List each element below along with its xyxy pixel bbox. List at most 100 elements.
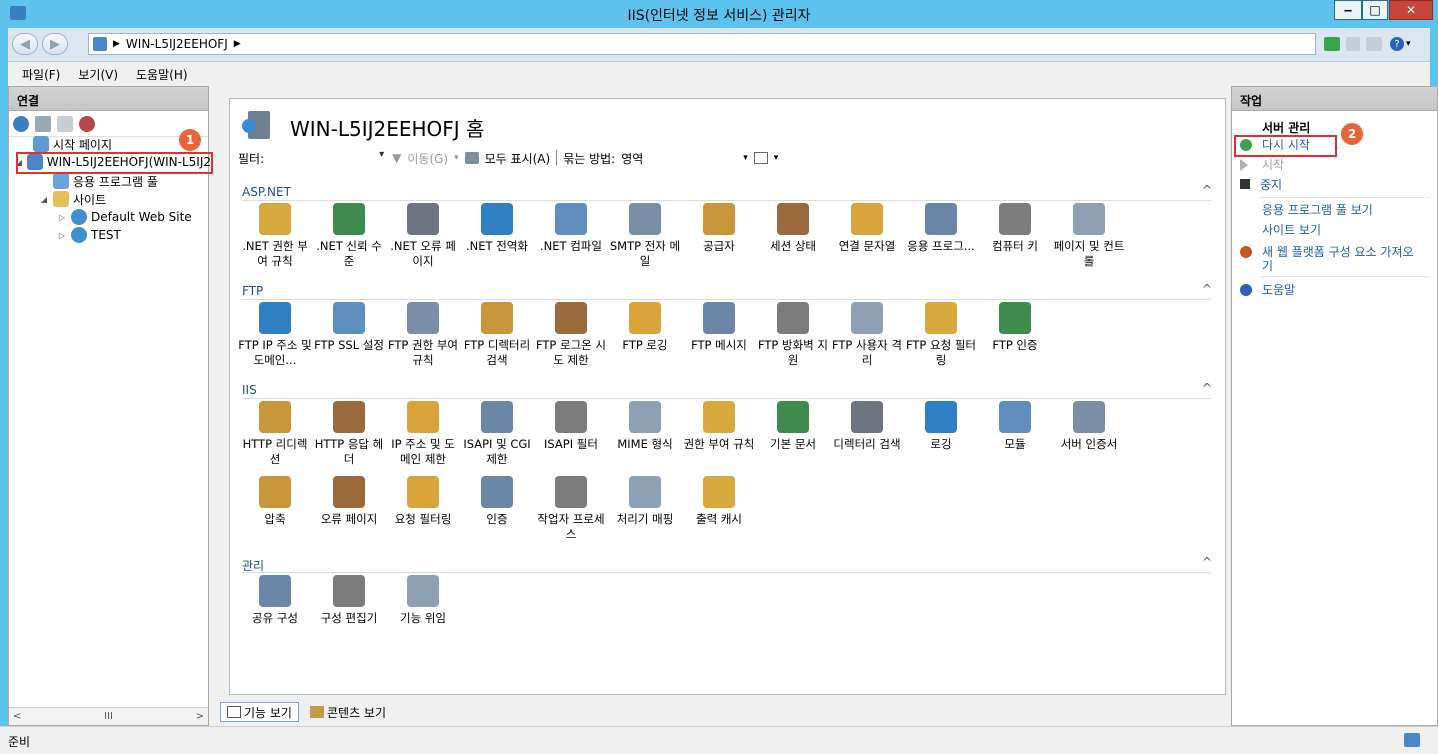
expand-icon[interactable]: ▷ [57, 213, 67, 222]
feature-item[interactable]: 구성 편집기 [312, 575, 386, 626]
feature-item[interactable]: FTP 로깅 [608, 302, 682, 353]
feature-item[interactable]: FTP SSL 설정 [312, 302, 386, 353]
feature-item[interactable]: .NET 오류 페이지 [386, 203, 460, 269]
feature-item[interactable]: 모듈 [978, 401, 1052, 452]
feature-item[interactable]: FTP 요청 필터링 [904, 302, 978, 368]
group-by-select[interactable]: 영역 [621, 150, 737, 167]
feature-item[interactable]: HTTP 리디렉션 [238, 401, 312, 467]
feature-item[interactable]: FTP 디렉터리 검색 [460, 302, 534, 368]
menu-help[interactable]: 도움말(H) [136, 66, 188, 83]
section-header[interactable]: IIS ^ [242, 381, 1212, 399]
group-dropdown-icon[interactable]: ▾ [743, 153, 748, 163]
feature-item[interactable]: FTP 방화벽 지원 [756, 302, 830, 368]
show-all-button[interactable]: 모두 표시(A) [485, 150, 551, 167]
feature-item[interactable]: MIME 형식 [608, 401, 682, 452]
view-dropdown-icon[interactable]: ▾ [774, 153, 779, 163]
tree-default-web-site[interactable]: ▷ Default Web Site [57, 208, 192, 226]
feature-item[interactable]: 세션 상태 [756, 203, 830, 254]
feature-item[interactable]: 기본 문서 [756, 401, 830, 452]
feature-item[interactable]: 인증 [460, 476, 534, 527]
minimize-button[interactable]: ‒ [1334, 0, 1362, 20]
scroll-left-button[interactable]: < [13, 711, 21, 722]
collapse-icon[interactable]: ◢ [39, 195, 49, 204]
feature-item[interactable]: IP 주소 및 도메인 제한 [386, 401, 460, 467]
menu-view[interactable]: 보기(V) [78, 66, 118, 83]
feature-item[interactable]: .NET 전역화 [460, 203, 534, 254]
feature-item[interactable]: 오류 페이지 [312, 476, 386, 527]
feature-item[interactable]: ISAPI 필터 [534, 401, 608, 452]
expand-icon[interactable]: ▷ [57, 231, 67, 240]
tree-app-pools[interactable]: 응용 프로그램 풀 [39, 172, 158, 190]
stop-icon[interactable] [1346, 37, 1360, 51]
features-view-tab[interactable]: 기능 보기 [220, 702, 299, 722]
feature-item[interactable]: FTP 로그온 시도 제한 [534, 302, 608, 368]
feature-item[interactable]: 압축 [238, 476, 312, 527]
feature-item[interactable]: FTP 권한 부여 규칙 [386, 302, 460, 368]
feature-item[interactable]: 공유 구성 [238, 575, 312, 626]
feature-item[interactable]: ISAPI 및 CGI 제한 [460, 401, 534, 467]
tree-start-page[interactable]: 시작 페이지 [19, 135, 112, 153]
back-button[interactable]: ◀ [12, 33, 38, 55]
feature-item[interactable]: 페이지 및 컨트롤 [1052, 203, 1126, 269]
section-header[interactable]: 관리 ^ [242, 555, 1212, 573]
collapse-icon[interactable]: ^ [1202, 555, 1212, 569]
feature-item[interactable]: 서버 인증서 [1052, 401, 1126, 452]
feature-item[interactable]: 로깅 [904, 401, 978, 452]
feature-item[interactable]: 기능 위임 [386, 575, 460, 626]
action-view-sites[interactable]: 사이트 보기 [1262, 223, 1438, 237]
home-icon[interactable] [1366, 37, 1382, 51]
feature-item[interactable]: SMTP 전자 메일 [608, 203, 682, 269]
feature-item[interactable]: HTTP 응답 헤더 [312, 401, 386, 467]
collapse-icon[interactable]: ^ [1202, 183, 1212, 197]
collapse-icon[interactable]: ^ [1202, 282, 1212, 296]
feature-item[interactable]: 처리기 매핑 [608, 476, 682, 527]
feature-item[interactable]: .NET 권한 부여 규칙 [238, 203, 312, 269]
feature-item[interactable]: 공급자 [682, 203, 756, 254]
collapse-icon[interactable]: ^ [1202, 381, 1212, 395]
go-dropdown-icon[interactable]: ▾ [454, 153, 459, 163]
tree-test-site[interactable]: ▷ TEST [57, 226, 121, 244]
action-view-app-pools[interactable]: 응용 프로그램 풀 보기 [1262, 203, 1438, 217]
section-header[interactable]: ASP.NET ^ [242, 183, 1212, 201]
feature-item[interactable]: .NET 신뢰 수준 [312, 203, 386, 269]
feature-item[interactable]: 권한 부여 규칙 [682, 401, 756, 452]
feature-item[interactable]: 디렉터리 검색 [830, 401, 904, 452]
feature-item[interactable]: 컴퓨터 키 [978, 203, 1052, 254]
action-help[interactable]: 도움말 [1240, 283, 1430, 297]
tree-sites[interactable]: ◢ 사이트 [39, 190, 106, 208]
content-view-tab[interactable]: 콘텐츠 보기 [303, 702, 393, 722]
address-field[interactable]: ▶ WIN-L5IJ2EEHOFJ ▶ [88, 33, 1316, 55]
disconnect-icon[interactable] [79, 115, 95, 132]
forward-button[interactable]: ▶ [42, 33, 68, 55]
scroll-thumb[interactable]: III [104, 711, 113, 722]
maximize-button[interactable]: □ [1362, 0, 1388, 20]
feature-item[interactable]: 연결 문자열 [830, 203, 904, 254]
breadcrumb-server[interactable]: WIN-L5IJ2EEHOFJ [126, 37, 228, 51]
feature-item[interactable]: 응용 프로그... [904, 203, 978, 254]
menu-file[interactable]: 파일(F) [22, 66, 60, 83]
feature-item[interactable]: 작업자 프로세스 [534, 476, 608, 542]
action-start: 시작 [1240, 158, 1430, 172]
feature-item[interactable]: FTP 메시지 [682, 302, 756, 353]
action-get-components[interactable]: 새 웹 플랫폼 구성 요소 가져오기 [1240, 245, 1430, 273]
view-icon[interactable] [753, 152, 768, 164]
horizontal-scrollbar[interactable]: < III > [9, 707, 208, 725]
connect-icon[interactable] [13, 115, 29, 132]
feature-item[interactable]: 출력 캐시 [682, 476, 756, 527]
feature-item[interactable]: FTP 사용자 격리 [830, 302, 904, 368]
save-icon[interactable] [35, 115, 51, 132]
action-stop[interactable]: 중지 [1240, 178, 1430, 192]
section-header[interactable]: FTP ^ [242, 282, 1212, 300]
feature-item[interactable]: FTP 인증 [978, 302, 1052, 353]
filter-input[interactable] [270, 149, 387, 167]
feature-item[interactable]: .NET 컴파일 [534, 203, 608, 254]
scroll-right-button[interactable]: > [196, 711, 204, 722]
go-button[interactable]: 이동(G) [407, 150, 448, 167]
help-dropdown-icon[interactable]: ? ▾ [1390, 36, 1424, 52]
close-button[interactable]: ✕ [1389, 0, 1433, 20]
feature-item[interactable]: FTP IP 주소 및 도메인... [238, 302, 312, 368]
feature-item[interactable]: 요청 필터링 [386, 476, 460, 527]
refresh-icon[interactable] [1324, 37, 1340, 51]
breadcrumb-chevron-icon[interactable]: ▶ [234, 39, 241, 49]
up-level-icon[interactable] [57, 115, 73, 132]
